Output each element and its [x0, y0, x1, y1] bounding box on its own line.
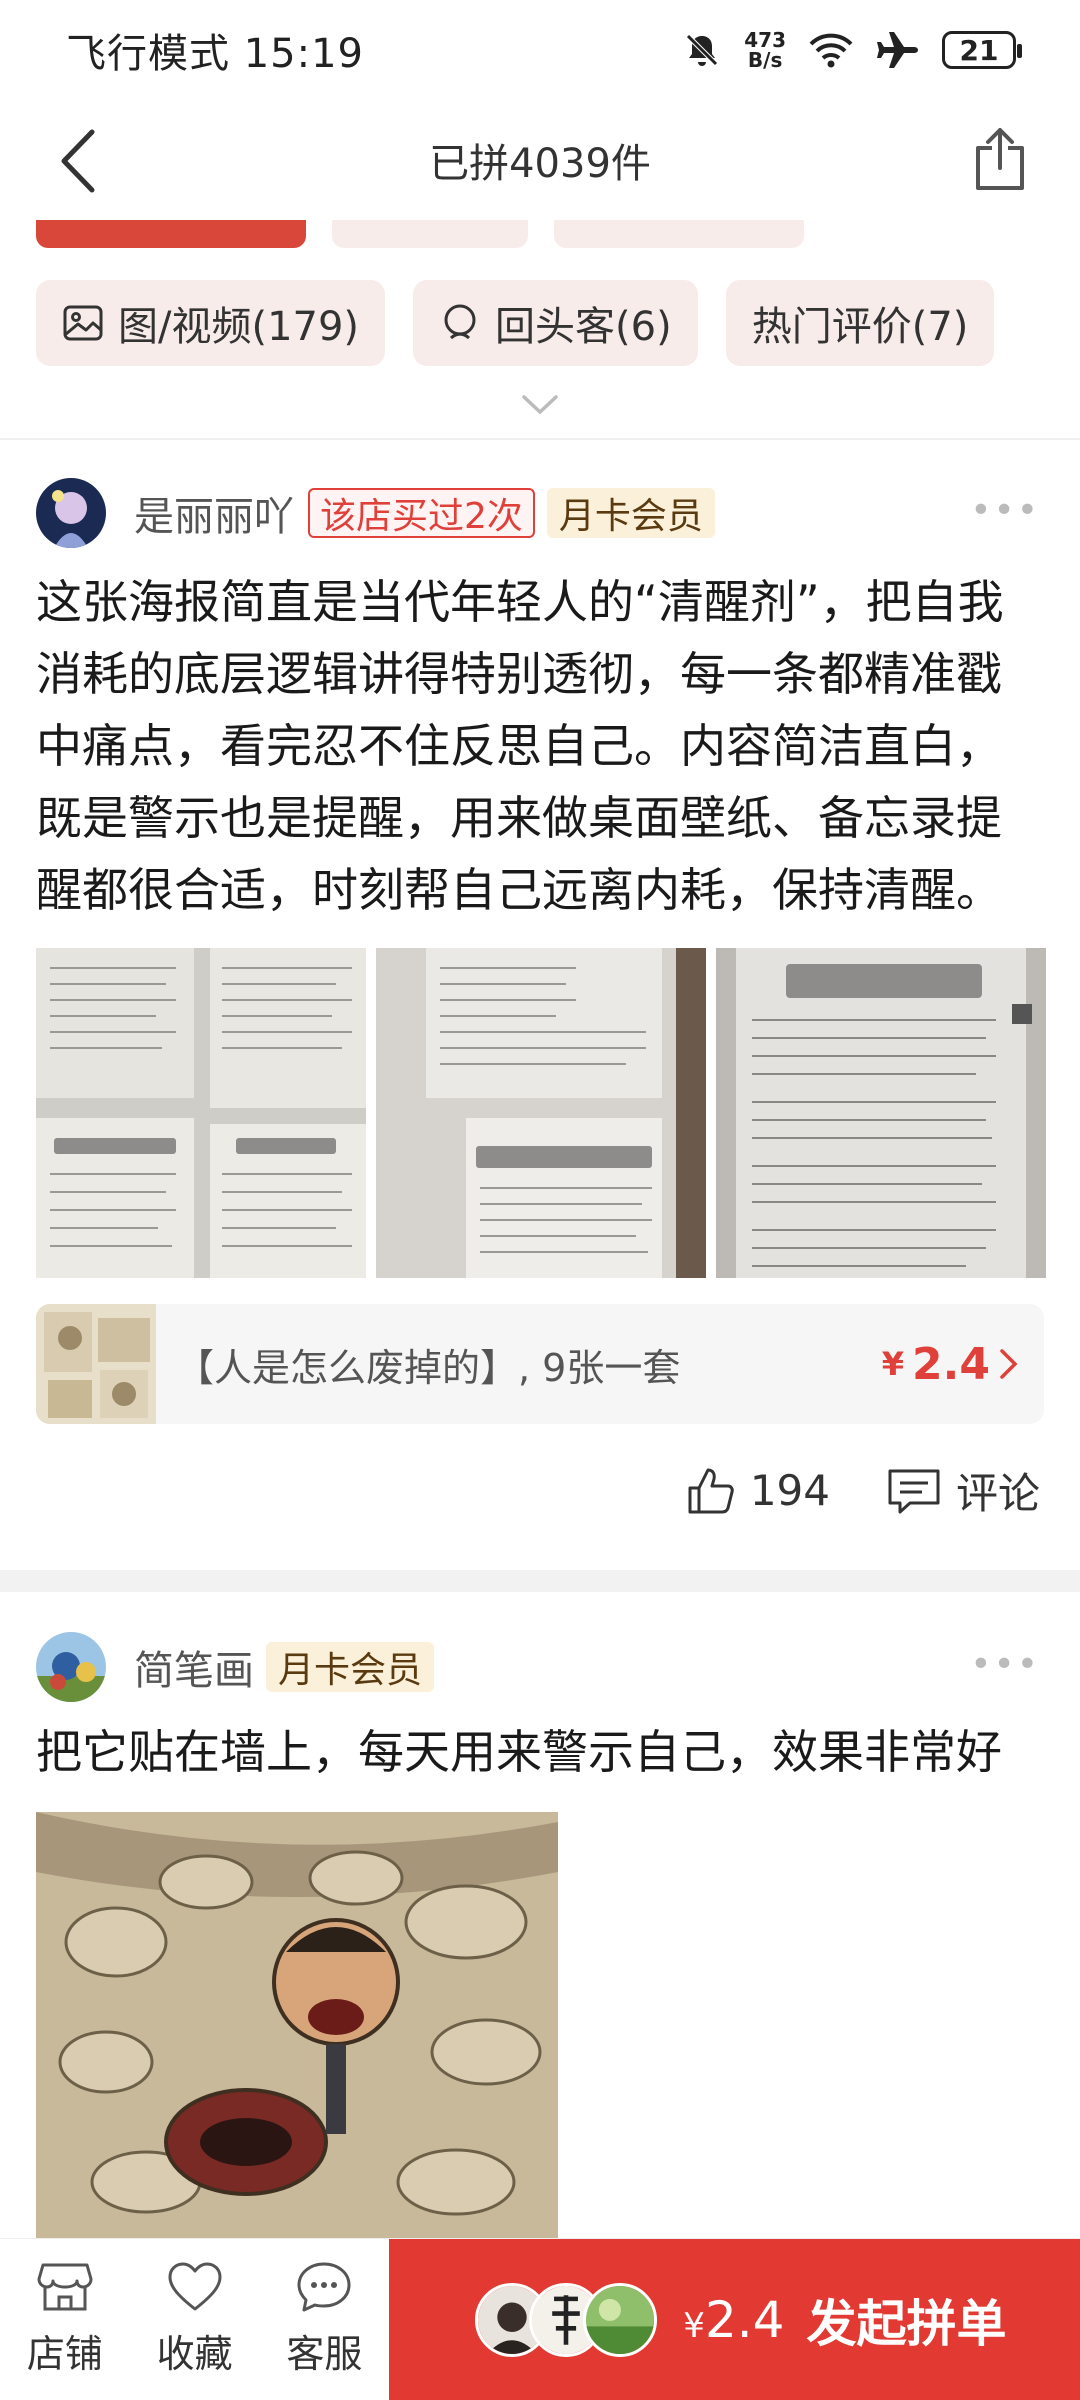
- mute-bell-icon: [686, 34, 719, 66]
- status-time: 飞行模式 15:19: [66, 31, 364, 77]
- scrolled-tab-remnant: [36, 220, 306, 248]
- like-count: 194: [749, 1466, 830, 1515]
- cta-label: 发起拼单: [806, 2295, 1007, 2353]
- shop-button[interactable]: 店铺: [0, 2239, 130, 2400]
- review-filter-tabs: 图/视频(179) 回头客(6) 热门评价(7): [36, 280, 995, 366]
- tab-hot-reviews[interactable]: 热门评价(7): [725, 280, 995, 366]
- heart-icon: [168, 2262, 222, 2311]
- review-header: 是丽丽吖 该店买过2次 月卡会员: [36, 478, 715, 548]
- share-icon[interactable]: [970, 126, 1030, 194]
- review-photo[interactable]: [716, 948, 1046, 1278]
- avatar: [583, 2283, 658, 2357]
- avatar[interactable]: [36, 1632, 106, 1702]
- comment-label: 评论: [955, 1469, 1040, 1518]
- more-options-icon[interactable]: •••: [970, 1644, 1040, 1685]
- username[interactable]: 是丽丽吖: [134, 484, 294, 542]
- return-customer-icon: [444, 304, 476, 340]
- net-speed: 473 B/s: [744, 28, 786, 72]
- cta-price: ¥2.4: [683, 2291, 785, 2349]
- review-photos: [36, 948, 1046, 1278]
- page-title: 已拼4039件: [429, 141, 651, 187]
- product-price: ¥2.4: [882, 1339, 1020, 1390]
- customer-service-button[interactable]: 客服: [260, 2239, 390, 2400]
- chevron-left-icon[interactable]: [52, 126, 112, 196]
- repeat-buyer-badge: 该店买过2次: [308, 488, 535, 538]
- status-icons: 473 B/s 21: [682, 28, 1022, 72]
- favorite-button[interactable]: 收藏: [130, 2239, 260, 2400]
- group-avatars: [475, 2283, 658, 2357]
- battery-icon: 21: [942, 31, 1022, 69]
- wifi-icon: [809, 33, 853, 68]
- review-photo[interactable]: [376, 948, 706, 1278]
- review-text: 这张海报简直是当代年轻人的“清醒剂”，把自我消耗的底层逻辑讲得特别透彻，每一条都…: [36, 575, 1004, 917]
- chevron-down-icon[interactable]: [520, 392, 560, 418]
- status-bar: 飞行模式 15:19 473 B/s 21: [0, 0, 1080, 100]
- username[interactable]: 简笔画: [134, 1638, 254, 1696]
- tab-return-customer[interactable]: 回头客(6): [413, 280, 698, 366]
- comment-button[interactable]: 评论: [886, 1460, 1040, 1521]
- product-thumbnail: [36, 1304, 156, 1424]
- member-badge: 月卡会员: [266, 1642, 435, 1692]
- more-options-icon[interactable]: •••: [970, 490, 1040, 531]
- review-text: 把它贴在墙上，每天用来警示自己，效果非常好: [36, 1725, 1002, 1779]
- nav-bar: 已拼4039件: [0, 100, 1080, 220]
- scrolled-tab-remnant: [554, 220, 804, 248]
- divider: [0, 438, 1080, 440]
- start-group-order-button[interactable]: ¥2.4 发起拼单: [389, 2239, 1080, 2400]
- product-card[interactable]: 【人是怎么废掉的】, 9张一套 ¥2.4: [36, 1304, 1044, 1424]
- product-name: 【人是怎么废掉的】, 9张一套: [176, 1345, 681, 1390]
- review-header: 简笔画 月卡会员: [36, 1632, 435, 1702]
- airplane-icon: [877, 32, 918, 68]
- review-actions: 194 评论: [686, 1460, 1040, 1521]
- thumbs-up-icon: [688, 1468, 734, 1513]
- chat-bubble-icon: [297, 2262, 351, 2312]
- tab-photo-video[interactable]: 图/视频(179): [36, 280, 386, 366]
- shop-icon: [37, 2263, 93, 2311]
- image-icon: [63, 305, 103, 341]
- review-photo[interactable]: [36, 1812, 558, 2242]
- bottom-action-bar: 店铺 收藏 客服 ¥2.4 发起拼单: [0, 2238, 1080, 2400]
- member-badge: 月卡会员: [546, 488, 715, 538]
- scrolled-tab-remnant: [332, 220, 528, 248]
- review-photo[interactable]: [36, 948, 366, 1278]
- comment-icon: [888, 1469, 940, 1513]
- like-button[interactable]: 194: [686, 1466, 830, 1516]
- avatar[interactable]: [36, 478, 106, 548]
- chevron-right-icon: [1000, 1349, 1018, 1379]
- divider: [0, 1570, 1080, 1592]
